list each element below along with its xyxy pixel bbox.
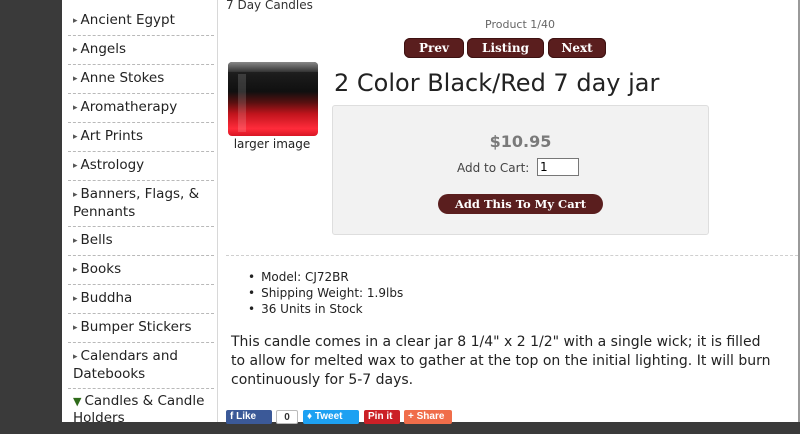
product-counter: Product 1/40 bbox=[485, 18, 555, 31]
product-image[interactable] bbox=[228, 62, 318, 136]
share-label: Share bbox=[416, 411, 445, 422]
share-icon: + bbox=[408, 411, 417, 422]
bullet-icon: ▸ bbox=[73, 265, 78, 275]
sidebar-item-label: Art Prints bbox=[80, 128, 143, 144]
spec-stock: 36 Units in Stock bbox=[248, 301, 403, 317]
sidebar-item-art-prints[interactable]: ▸ Art Prints bbox=[68, 128, 214, 152]
product-specs: Model: CJ72BR Shipping Weight: 1.9lbs 36… bbox=[248, 269, 403, 317]
sidebar-item-label: Buddha bbox=[80, 290, 133, 306]
bullet-icon: ▸ bbox=[73, 294, 78, 304]
like-label: Like bbox=[236, 411, 257, 422]
sidebar-item-aromatherapy[interactable]: ▸ Aromatherapy bbox=[68, 99, 214, 123]
jar-rim bbox=[228, 62, 318, 72]
sidebar-item-label: Banners, Flags, & bbox=[80, 186, 200, 202]
jar-shine bbox=[238, 74, 246, 132]
bullet-icon: ▸ bbox=[73, 161, 78, 171]
expanded-triangle-icon: ▼ bbox=[73, 395, 82, 408]
sidebar-item-astrology[interactable]: ▸ Astrology bbox=[68, 157, 214, 181]
sidebar-item-label: Books bbox=[80, 261, 122, 277]
prev-button[interactable]: Prev bbox=[404, 38, 464, 58]
listing-button[interactable]: Listing bbox=[467, 38, 544, 58]
product-title: 2 Color Black/Red 7 day jar bbox=[334, 69, 660, 97]
sidebar-item-label-line2: Datebooks bbox=[73, 366, 146, 382]
bullet-icon: ▸ bbox=[73, 352, 78, 362]
sidebar-item-calendars[interactable]: ▸ Calendars and Datebooks bbox=[68, 348, 214, 389]
sidebar-item-bumper-stickers[interactable]: ▸ Bumper Stickers bbox=[68, 319, 214, 343]
sidebar-item-label: Ancient Egypt bbox=[80, 12, 175, 28]
tweet-label: Tweet bbox=[314, 411, 343, 422]
bullet-icon: ▸ bbox=[73, 74, 78, 84]
spec-model: Model: CJ72BR bbox=[248, 269, 403, 285]
sidebar-item-label: Bells bbox=[80, 232, 113, 248]
sidebar-item-label: Calendars and bbox=[80, 348, 178, 364]
bullet-icon: ▸ bbox=[73, 190, 78, 200]
sidebar-item-buddha[interactable]: ▸ Buddha bbox=[68, 290, 214, 314]
sidebar-item-candles[interactable]: ▼ Candles & Candle Holders bbox=[68, 393, 214, 434]
bullet-icon: ▸ bbox=[73, 236, 78, 246]
sidebar-item-label: Angels bbox=[80, 41, 126, 57]
twitter-icon: ♦ bbox=[307, 411, 315, 422]
sidebar-item-label: Anne Stokes bbox=[80, 70, 165, 86]
bullet-icon: ▸ bbox=[73, 16, 78, 26]
larger-image-link[interactable]: larger image bbox=[226, 137, 318, 151]
spec-weight: Shipping Weight: 1.9lbs bbox=[248, 285, 403, 301]
section-divider bbox=[226, 255, 798, 256]
bullet-icon: ▸ bbox=[73, 132, 78, 142]
sidebar-item-label: Astrology bbox=[80, 157, 145, 173]
sidebar-item-label-line2: Holders bbox=[73, 410, 125, 426]
sidebar-item-label: Bumper Stickers bbox=[80, 319, 192, 335]
sidebar-item-ancient-egypt[interactable]: ▸ Ancient Egypt bbox=[68, 12, 214, 36]
sidebar-item-label-line2: Pennants bbox=[73, 204, 136, 220]
add-to-cart-button[interactable]: Add This To My Cart bbox=[438, 194, 603, 214]
sidebar-item-banners[interactable]: ▸ Banners, Flags, & Pennants bbox=[68, 186, 214, 227]
sidebar-item-label: Aromatherapy bbox=[80, 99, 178, 115]
quantity-input[interactable] bbox=[537, 158, 579, 176]
sidebar-item-bells[interactable]: ▸ Bells bbox=[68, 232, 214, 256]
bullet-icon: ▸ bbox=[73, 323, 78, 333]
product-description: This candle comes in a clear jar 8 1/4" … bbox=[231, 334, 771, 388]
sidebar-item-anne-stokes[interactable]: ▸ Anne Stokes bbox=[68, 70, 214, 94]
add-to-cart-label: Add to Cart: bbox=[457, 161, 530, 175]
sidebar-item-label: Candles & Candle bbox=[84, 393, 205, 409]
product-price: $10.95 bbox=[489, 132, 552, 151]
sidebar-item-angels[interactable]: ▸ Angels bbox=[68, 41, 214, 65]
breadcrumb[interactable]: 7 Day Candles bbox=[226, 0, 313, 12]
bullet-icon: ▸ bbox=[73, 45, 78, 55]
next-button[interactable]: Next bbox=[548, 38, 606, 58]
category-sidebar: ▸ Ancient Egypt ▸ Angels ▸ Anne Stokes ▸ Aro… bbox=[68, 0, 214, 426]
bullet-icon: ▸ bbox=[73, 103, 78, 113]
cart-box: $10.95 Add to Cart: Add This To My Cart bbox=[332, 105, 709, 235]
sidebar-item-books[interactable]: ▸ Books bbox=[68, 261, 214, 285]
sidebar-divider bbox=[217, 0, 218, 422]
